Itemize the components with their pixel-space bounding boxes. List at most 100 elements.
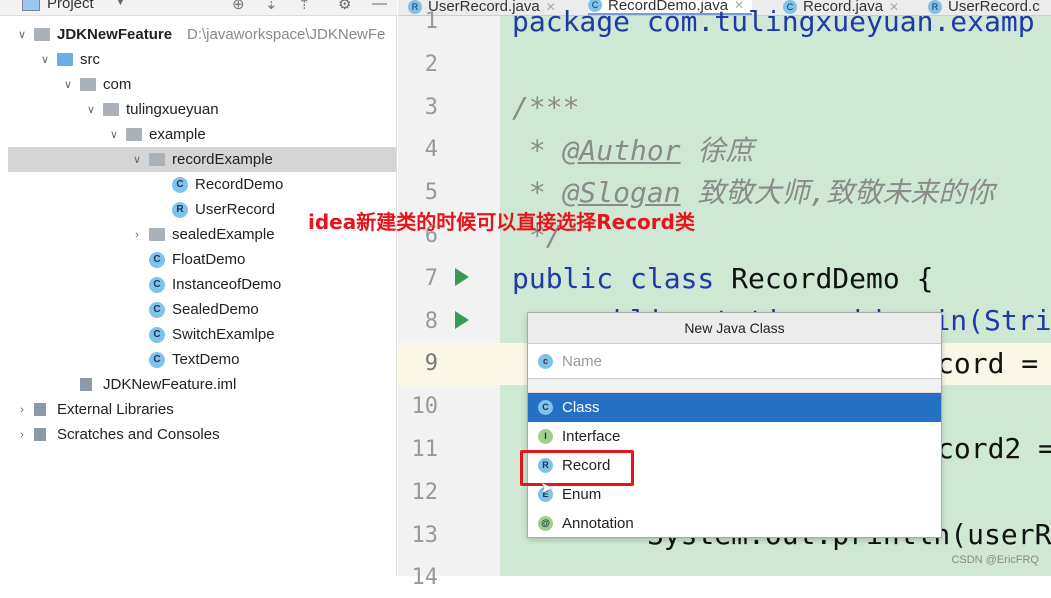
tree-item[interactable]: C TextDemo: [8, 347, 396, 372]
line-number: 3: [424, 94, 438, 120]
class-icon: C: [149, 276, 165, 293]
run-icon[interactable]: [455, 268, 469, 286]
package-icon: [149, 228, 165, 241]
keyword: public class: [512, 262, 715, 295]
tree-item-label: RecordDemo: [195, 176, 284, 193]
comment-star: *: [512, 176, 563, 209]
tree-item-label: TextDemo: [172, 351, 240, 368]
tree-item[interactable]: C FloatDemo: [8, 247, 396, 272]
tree-item-label: sealedExample: [172, 226, 275, 243]
slogan-tag: @Slogan: [562, 176, 681, 209]
package-icon: [103, 103, 119, 116]
line-number: 4: [424, 137, 438, 163]
kind-option-class[interactable]: C Class: [528, 393, 941, 422]
scratches-icon: [34, 428, 46, 441]
module-icon: [34, 28, 50, 41]
new-java-class-dialog: New Java Class c Name C Class I Interface R R…: [527, 312, 942, 538]
collapse-all-icon[interactable]: ⇡: [298, 0, 311, 13]
option-label: Enum: [562, 486, 602, 503]
name-input[interactable]: c Name: [528, 344, 941, 379]
code-line-7[interactable]: public class RecordDemo {: [512, 259, 933, 299]
project-view-icon: [22, 0, 40, 11]
source-folder-icon: [57, 53, 73, 66]
code-line-11[interactable]: cord2 =: [937, 429, 1051, 469]
class-name: RecordDemo {: [714, 262, 934, 295]
tree-item-label: SealedDemo: [172, 301, 259, 318]
package-icon: [149, 153, 165, 166]
line-number: 9: [424, 351, 438, 377]
tree-item[interactable]: ∨ src: [8, 47, 396, 72]
iml-icon: [80, 378, 92, 391]
comment-star: *: [512, 134, 563, 167]
tree-item-label: JDKNewFeature.iml: [103, 376, 237, 393]
tree-item-label: recordExample: [172, 151, 273, 168]
module-path: D:\javaworkspace\JDKNewFe: [187, 26, 386, 43]
tree-item[interactable]: JDKNewFeature.iml: [8, 372, 396, 397]
chevron-down-icon[interactable]: ∨: [62, 78, 74, 91]
code-line-4[interactable]: * @Author 徐庶: [512, 131, 754, 171]
dropdown-icon[interactable]: ▼: [115, 0, 126, 8]
interface-icon: I: [538, 429, 553, 444]
chevron-down-icon[interactable]: ∨: [16, 28, 28, 41]
tree-item[interactable]: C SealedDemo: [8, 297, 396, 322]
line-number: 14: [411, 565, 439, 591]
tree-item-label: example: [149, 126, 206, 143]
class-icon: C: [172, 176, 188, 193]
line-number: 13: [411, 522, 439, 548]
option-label: Annotation: [562, 515, 634, 532]
tree-item[interactable]: C InstanceofDemo: [8, 272, 396, 297]
project-title[interactable]: Project: [47, 0, 94, 12]
tree-item[interactable]: ∨ tulingxueyuan: [8, 97, 396, 122]
chevron-down-icon[interactable]: ∨: [131, 153, 143, 166]
class-icon: c: [538, 353, 553, 369]
kind-option-interface[interactable]: I Interface: [528, 422, 941, 451]
gear-icon[interactable]: ⚙: [338, 0, 351, 13]
tree-item[interactable]: ∨ JDKNewFeature D:\javaworkspace\JDKNewFe: [8, 22, 396, 47]
libraries-icon: [34, 403, 46, 416]
class-icon: C: [149, 326, 165, 343]
tree-item[interactable]: C SwitchExamlpe: [8, 322, 396, 347]
chevron-down-icon[interactable]: ∨: [85, 103, 97, 116]
slogan-text: 致敬大师,致敬未来的你: [680, 176, 995, 209]
tree-item[interactable]: ∨ recordExample: [8, 147, 396, 172]
line-number: 7: [424, 265, 438, 291]
class-icon: C: [149, 251, 165, 268]
chevron-down-icon[interactable]: ∨: [39, 53, 51, 66]
code-line-1[interactable]: package com.tulingxueyuan.examp: [512, 2, 1035, 42]
kind-option-annotation[interactable]: @ Annotation: [528, 509, 941, 538]
tree-item-label: UserRecord: [195, 201, 276, 218]
run-icon[interactable]: [455, 311, 469, 329]
chevron-down-icon[interactable]: ∨: [108, 128, 120, 141]
expand-all-icon[interactable]: ⇣: [265, 0, 278, 13]
option-label: Interface: [562, 428, 621, 445]
tree-item[interactable]: ∨ example: [8, 122, 396, 147]
code-line-9[interactable]: cord =: [937, 344, 1038, 384]
tree-item[interactable]: C RecordDemo: [8, 172, 396, 197]
tree-item-label: JDKNewFeature: [57, 26, 173, 43]
line-number: 10: [411, 394, 439, 420]
code-line-3[interactable]: /***: [512, 88, 579, 128]
tree-item-label: External Libraries: [57, 401, 174, 418]
watermark: CSDN @EricFRQ: [951, 554, 1039, 566]
tree-item[interactable]: › Scratches and Consoles: [8, 422, 396, 447]
minimize-icon[interactable]: —: [372, 0, 387, 12]
class-icon: C: [538, 400, 553, 415]
line-number: 1: [424, 9, 438, 34]
tree-item-label: SwitchExamlpe: [172, 326, 275, 343]
chevron-right-icon[interactable]: ›: [131, 229, 143, 241]
package-icon: [80, 78, 96, 91]
package-icon: [126, 128, 142, 141]
class-icon: C: [149, 351, 165, 368]
tree-item-label: FloatDemo: [172, 251, 246, 268]
tree-item-label: com: [103, 76, 132, 93]
project-panel: Project ▼ ⊕ ⇣ ⇡ ⚙ — ∨ JDKNewFeature D:\jav…: [0, 0, 397, 576]
record-icon: R: [172, 201, 188, 218]
author-tag: @Author: [562, 134, 681, 167]
tree-item[interactable]: ∨ com: [8, 72, 396, 97]
locate-icon[interactable]: ⊕: [232, 0, 245, 13]
chevron-right-icon[interactable]: ›: [16, 404, 28, 416]
mouse-cursor-icon: ➤: [540, 480, 554, 497]
tree-item[interactable]: › External Libraries: [8, 397, 396, 422]
chevron-right-icon[interactable]: ›: [16, 429, 28, 441]
tree-item-label: InstanceofDemo: [172, 276, 282, 293]
